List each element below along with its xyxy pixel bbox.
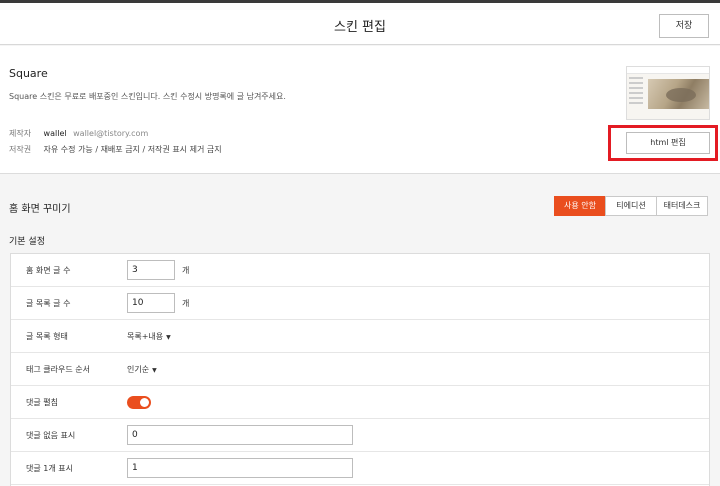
highlight-box [608,125,718,161]
page-title: 스킨 편집 [334,20,386,35]
setting-row: 태그 클라우드 순서 인기순 ▼ [11,353,709,386]
setting-label: 홈 화면 글 수 [26,266,71,275]
thumbnail-header [627,67,709,74]
thumbnail-photo [648,79,709,109]
tag-cloud-order-value: 인기순 [127,365,150,374]
home-section-title: 홈 화면 꾸미기 [9,204,71,215]
toggle-knob [140,398,149,407]
setting-label: 글 목록 형태 [26,332,68,341]
skin-name: Square [9,67,48,80]
one-comment-text-input[interactable] [127,458,353,478]
thumbnail-sidebar [629,77,643,117]
setting-label: 댓글 없음 표시 [26,431,76,440]
skin-info-panel: Square Square 스킨은 무료로 배포중인 스킨입니다. 스킨 수정시… [0,46,720,174]
caret-down-icon: ▼ [166,334,171,341]
setting-row: 댓글 없음 표시 [11,419,709,452]
license-key: 저작권 [9,145,32,154]
page-header: 스킨 편집 저장 [0,3,720,45]
author-key: 제작자 [9,129,32,138]
home-tabs: 사용 안함 티에디션 태터데스크 [554,196,708,216]
comment-expand-toggle[interactable] [127,396,151,409]
author-name: wallel [43,129,67,138]
setting-label: 댓글 1개 표시 [26,464,73,473]
no-comment-text-input[interactable] [127,425,353,445]
setting-row: 글 목록 글 수 개 [11,287,709,320]
unit-label: 개 [182,299,190,308]
save-button[interactable]: 저장 [659,14,709,38]
home-post-count-input[interactable] [127,260,175,280]
basic-settings-title: 기본 설정 [9,237,45,247]
tab-tatter-desk[interactable]: 태터데스크 [656,196,708,216]
setting-row: 글 목록 형태 목록+내용 ▼ [11,320,709,353]
skin-license-row: 저작권 자유 수정 가능 / 재배포 금지 / 저작권 표시 제거 금지 [9,144,222,155]
skin-author-row: 제작자 wallel wallel@tistory.com [9,128,148,139]
skin-description: Square 스킨은 무료로 배포중인 스킨입니다. 스킨 수정시 방명록에 글… [9,92,286,101]
setting-label: 글 목록 글 수 [26,299,71,308]
tag-cloud-order-dropdown[interactable]: 인기순 ▼ [127,364,157,375]
list-style-dropdown[interactable]: 목록+내용 ▼ [127,331,171,342]
tab-t-edition[interactable]: 티에디션 [605,196,657,216]
caret-down-icon: ▼ [152,367,157,374]
setting-row: 댓글 1개 표시 [11,452,709,485]
author-email: wallel@tistory.com [73,129,149,138]
skin-preview-thumbnail [626,66,710,120]
license-text: 자유 수정 가능 / 재배포 금지 / 저작권 표시 제거 금지 [43,145,222,154]
unit-label: 개 [182,266,190,275]
list-post-count-input[interactable] [127,293,175,313]
setting-label: 태그 클라우드 순서 [26,365,90,374]
setting-label: 댓글 펼침 [26,398,58,407]
list-style-value: 목록+내용 [127,332,164,341]
setting-row: 홈 화면 글 수 개 [11,254,709,287]
basic-settings-panel: 홈 화면 글 수 개 글 목록 글 수 개 글 목록 형태 목록+내용▼ 태그 … [10,253,710,486]
thumbnail-cat-image [666,88,696,102]
tab-not-used[interactable]: 사용 안함 [554,196,606,216]
setting-row: 댓글 펼침 [11,386,709,419]
